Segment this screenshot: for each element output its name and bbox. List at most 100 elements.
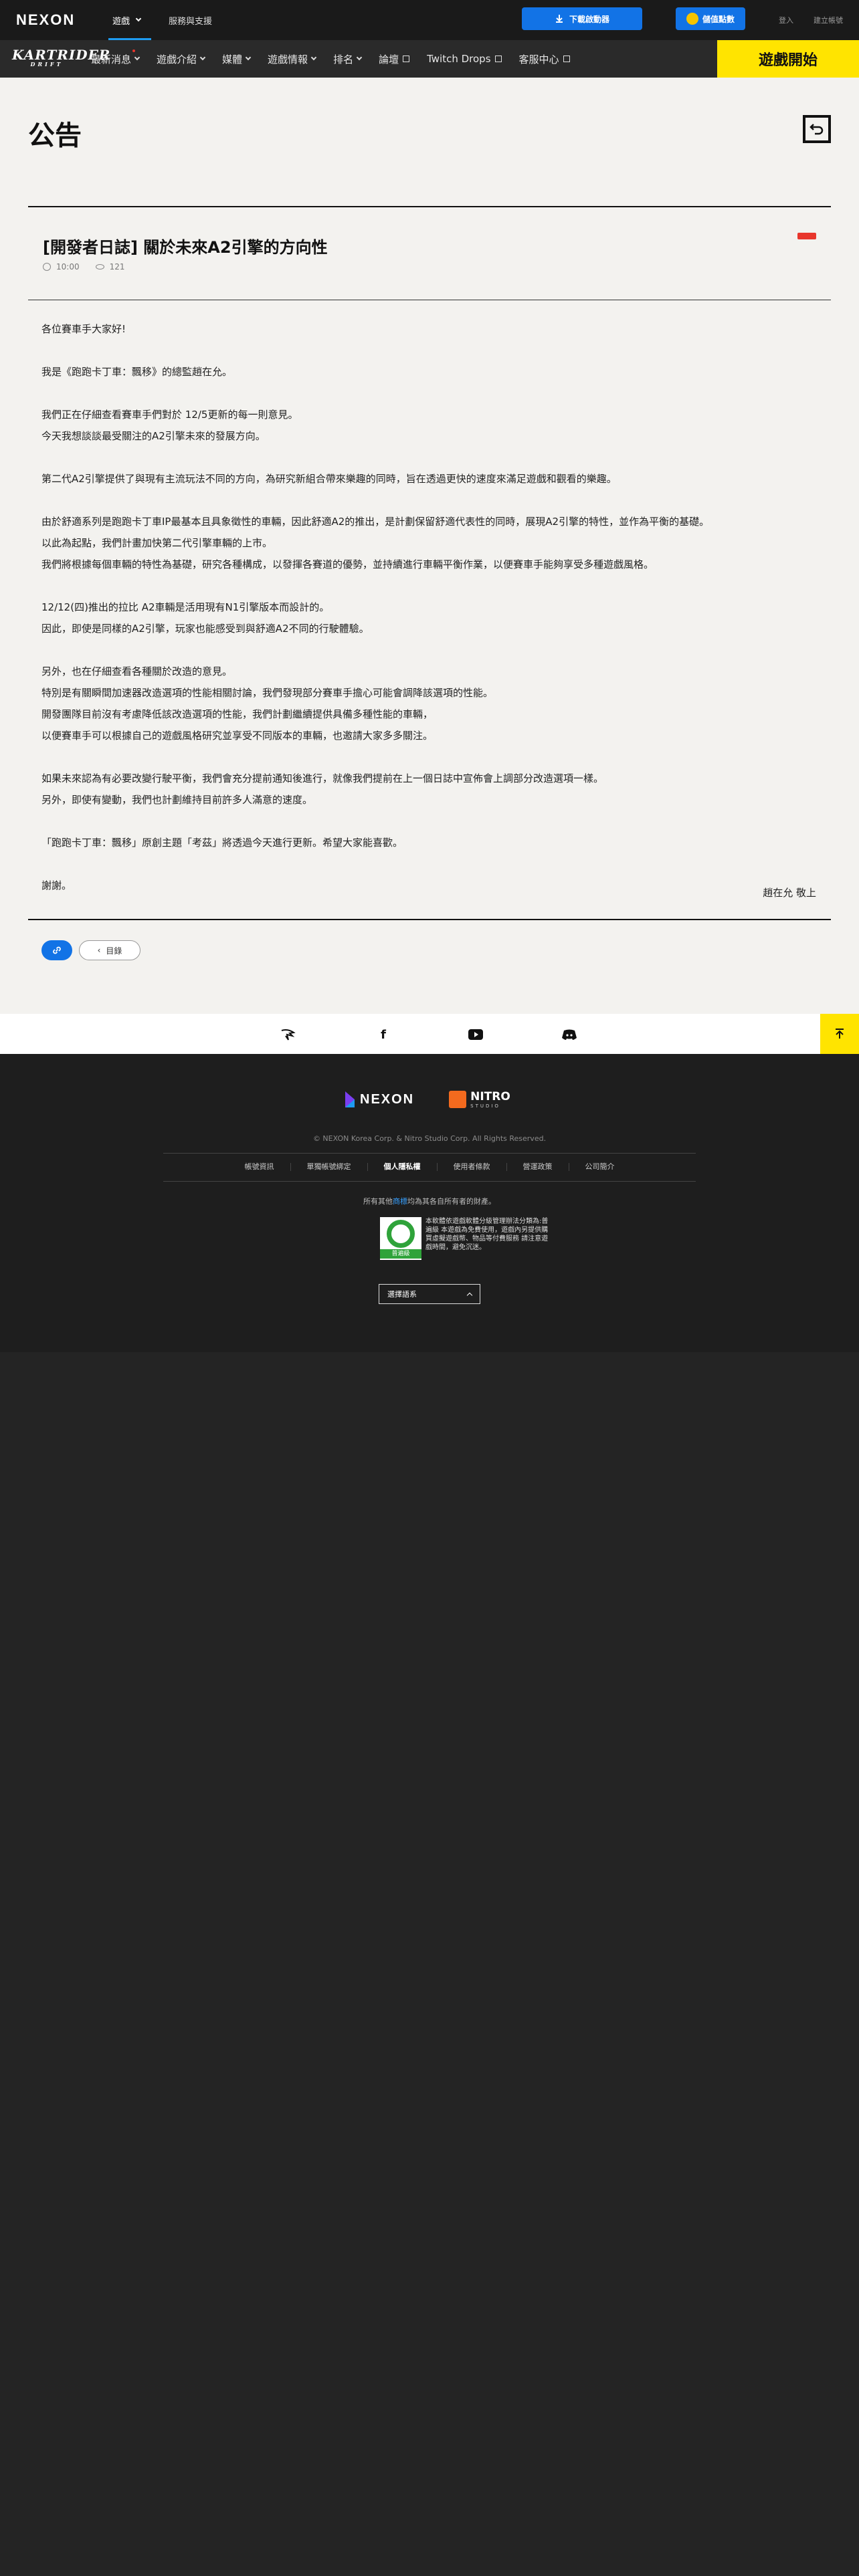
footer-link-account[interactable]: 帳號資訊 <box>229 1163 291 1171</box>
kartrider-logo[interactable]: KARTRIDER DRIFT <box>12 47 110 71</box>
post-body-line: 第二代A2引擎提供了與現有主流玩法不同的方向，為研究新組合帶來樂趣的同時，旨在透… <box>41 473 617 485</box>
chevron-down-icon <box>310 54 317 61</box>
page-title: 公告 <box>28 120 82 151</box>
youtube-icon[interactable] <box>467 1026 484 1043</box>
post-body-line: 以便賽車手可以根據自己的遊戲風格研究並享受不同版本的車輛，也邀請大家多多關注。 <box>41 730 434 742</box>
download-launcher-button[interactable]: 下載啟動器 <box>522 7 642 30</box>
post-body-line: 如果未來認為有必要改變行駛平衡，我們會充分提前通知後進行，就像我們提前在上一個日… <box>41 772 604 784</box>
chevron-down-icon <box>134 54 140 61</box>
nav-item-label: 排名 <box>333 53 354 66</box>
post-body-line: 我是《跑跑卡丁車：飄移》的總監趙在允。 <box>41 366 233 378</box>
copy-link-button[interactable] <box>41 940 72 960</box>
post-views: 121 <box>109 262 125 272</box>
language-select[interactable]: 選擇語系 <box>379 1284 480 1304</box>
list-button[interactable]: ‹ 目錄 <box>79 940 140 960</box>
notice-content: 公告 [開發者日誌] 關於未來A2引擎的方向性 10:00 121 各位賽車手大… <box>0 78 859 1014</box>
nav-item-label: 最新消息 <box>91 53 132 66</box>
external-link-icon <box>403 56 410 62</box>
nav-item-twitch-drops[interactable]: Twitch Drops <box>427 53 502 65</box>
nav-item-forum[interactable]: 論壇 <box>379 52 410 66</box>
discord-icon[interactable] <box>561 1026 578 1043</box>
nav-item-media[interactable]: 媒體 <box>222 52 252 66</box>
new-badge <box>797 233 816 239</box>
footer-nitro-wordmark: NITRO STUDIO <box>470 1090 510 1109</box>
post-time: 10:00 <box>56 262 80 272</box>
nav-item-label: 媒體 <box>222 53 243 66</box>
kartrider-icon[interactable] <box>280 1026 297 1043</box>
scroll-to-top-button[interactable] <box>820 1014 859 1054</box>
footer-nexon-logo[interactable]: NEXON <box>345 1091 414 1107</box>
divider <box>163 1181 696 1182</box>
back-button[interactable] <box>803 115 831 143</box>
eye-icon <box>95 264 104 270</box>
nexon-mark-icon <box>345 1091 355 1107</box>
game-navbar: KARTRIDER DRIFT 最新消息 遊戲介紹 媒體 遊戲情報 排名 論壇 <box>0 40 859 78</box>
link-icon <box>53 946 61 954</box>
post-meta: 10:00 121 <box>43 262 125 272</box>
footer-nitro-text: NITRO <box>470 1090 510 1103</box>
chevron-up-icon <box>466 1292 473 1298</box>
return-icon <box>809 124 824 135</box>
games-menu-label: 遊戲 <box>112 16 130 27</box>
nav-item-support[interactable]: 客服中心 <box>519 52 570 66</box>
footer-link-account-binding[interactable]: 單獨帳號綁定 <box>291 1163 368 1171</box>
footer-nexon-text: NEXON <box>360 1091 415 1107</box>
footer-links: 帳號資訊 單獨帳號綁定 個人隱私權 使用者條款 營運政策 公司簡介 <box>163 1153 696 1181</box>
facebook-icon[interactable]: f <box>375 1026 392 1043</box>
footer-link-company[interactable]: 公司簡介 <box>569 1163 631 1171</box>
nav-item-ranking[interactable]: 排名 <box>333 52 363 66</box>
footer-logos: NEXON NITRO STUDIO <box>345 1090 510 1109</box>
footer: NEXON NITRO STUDIO © NEXON Korea Corp. &… <box>0 1054 859 1352</box>
games-menu[interactable]: 遊戲 <box>108 0 151 40</box>
post-body-line: 另外，即使有變動，我們也計劃維持目前許多人滿意的速度。 <box>41 794 313 806</box>
register-link[interactable]: 建立帳號 <box>814 15 843 25</box>
new-dot <box>132 49 135 52</box>
post-body-line: 因此，即使是同樣的A2引擎，玩家也能感受到與舒適A2不同的行駛體驗。 <box>41 623 369 635</box>
download-launcher-label: 下載啟動器 <box>569 14 609 24</box>
post-body-line: 今天我想談談最受關注的A2引擎未來的發展方向。 <box>41 430 266 442</box>
external-link-icon <box>494 56 502 62</box>
clock-icon <box>43 263 51 271</box>
nav-item-news[interactable]: 最新消息 <box>91 49 140 66</box>
language-select-label: 選擇語系 <box>387 1290 417 1299</box>
footer-nitro-sub: STUDIO <box>470 1103 500 1109</box>
trademark-notice: 所有其他商標均為其各自所有者的財產。 <box>0 1196 859 1206</box>
login-link[interactable]: 登入 <box>779 15 793 25</box>
post-body-line: 特別是有關瞬間加速器改造選項的性能相關討論，我們發現部分賽車手擔心可能會調降該選… <box>41 687 494 699</box>
top-up-points-button[interactable]: 儲值點數 <box>676 7 745 30</box>
play-game-button[interactable]: 遊戲開始 <box>717 40 859 78</box>
support-link[interactable]: 服務與支援 <box>169 14 212 27</box>
chevron-down-icon <box>199 54 206 61</box>
top-up-points-label: 儲值點數 <box>702 14 735 24</box>
footer-link-privacy[interactable]: 個人隱私權 <box>368 1163 438 1171</box>
trademark-link[interactable]: 商標 <box>393 1197 407 1206</box>
game-nav-items: 最新消息 遊戲介紹 媒體 遊戲情報 排名 論壇 Twitch Drops 客服中… <box>91 40 587 78</box>
coin-icon <box>686 13 698 25</box>
nav-item-game-intro[interactable]: 遊戲介紹 <box>157 52 206 66</box>
nav-item-game-info[interactable]: 遊戲情報 <box>268 52 317 66</box>
page-bottom-blank <box>0 1352 859 2576</box>
divider <box>28 919 831 920</box>
post-signature: 趙在允 敬上 <box>763 887 816 899</box>
chevron-down-icon <box>245 54 252 61</box>
social-bar: f <box>0 1014 859 1054</box>
rating-text: 本軟體依遊戲軟體分級管理辦法分類為:普遍級 本遊戲為免費使用，遊戲內另提供購買虛… <box>425 1218 549 1251</box>
footer-nitro-logo[interactable]: NITRO STUDIO <box>449 1090 510 1109</box>
footer-link-operation-policy[interactable]: 營運政策 <box>507 1163 569 1171</box>
nexon-logo[interactable]: NEXON <box>16 11 75 29</box>
trademark-prefix: 所有其他 <box>363 1197 393 1206</box>
nav-item-label: 遊戲介紹 <box>157 53 197 66</box>
post-body-line: 開發團隊目前沒有考慮降低該改造選項的性能，我們計劃繼續提供具備多種性能的車輛， <box>41 708 434 720</box>
footer-link-terms[interactable]: 使用者條款 <box>438 1163 507 1171</box>
rating-label: 普遍級 <box>380 1249 421 1259</box>
chevron-left-icon: ‹ <box>97 946 101 955</box>
external-link-icon <box>563 56 570 62</box>
